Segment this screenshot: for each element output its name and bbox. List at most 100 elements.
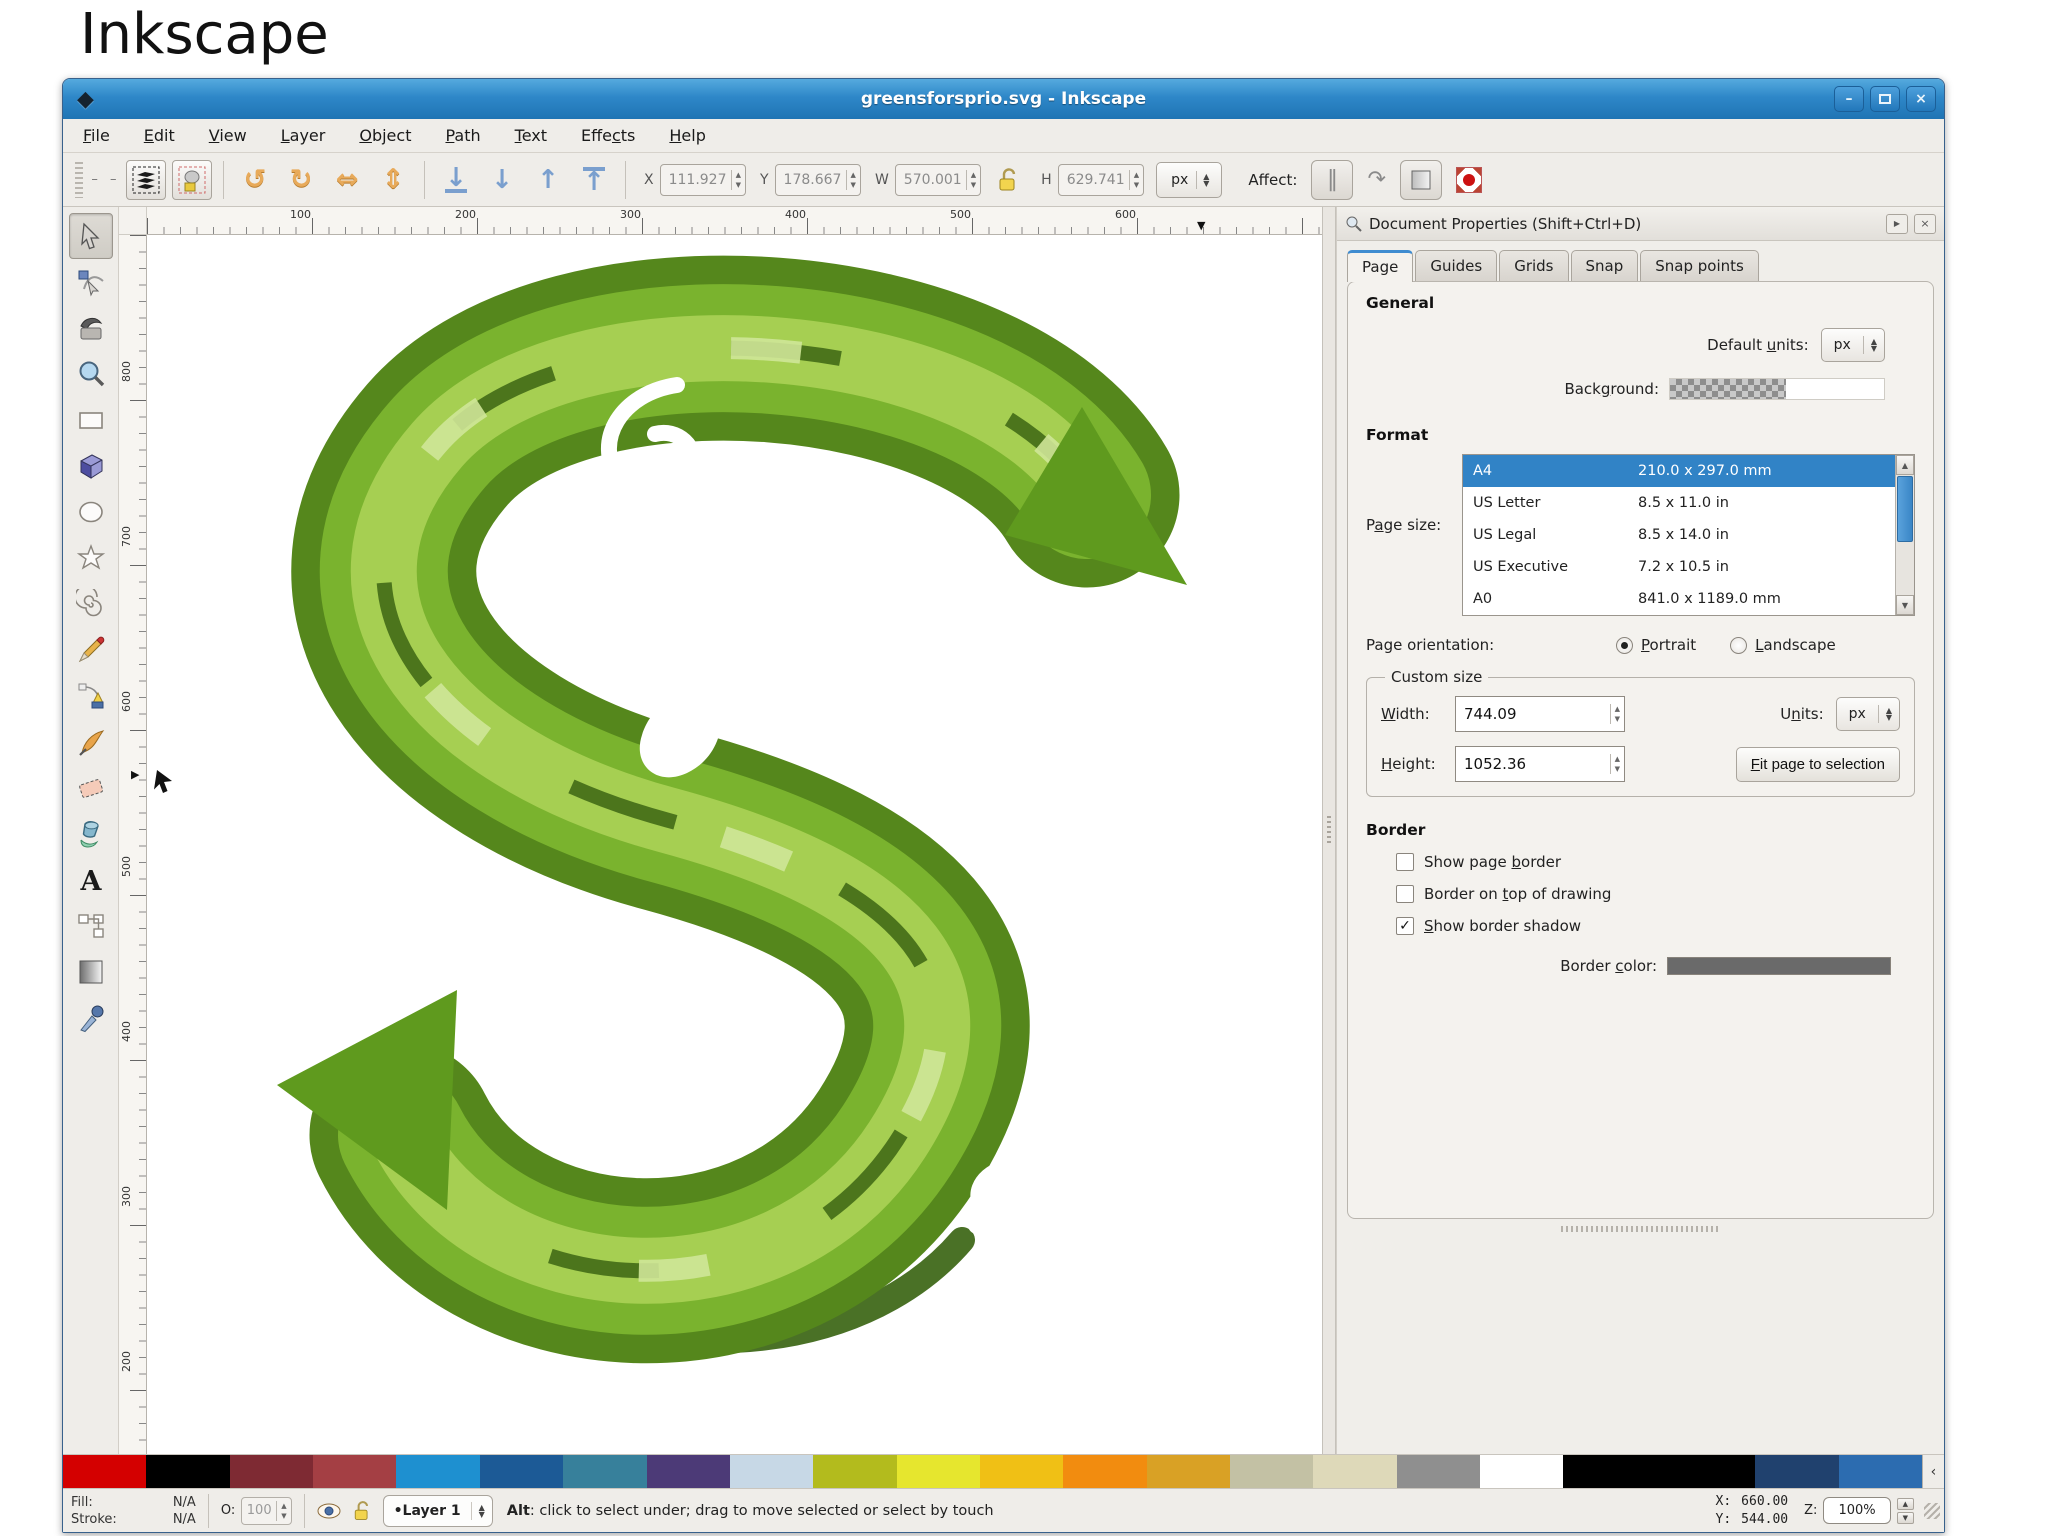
flip-vertical-button[interactable]: ⇕ [373,160,413,200]
palette-swatch[interactable] [479,1455,564,1488]
palette-swatch[interactable] [1563,1455,1756,1488]
spin-down-icon[interactable]: ▼ [967,180,980,190]
menu-effects[interactable]: Effects [581,126,635,145]
x-field-spinner[interactable]: ▲ ▼ [730,169,745,190]
w-field-spinner[interactable]: ▲ ▼ [965,169,980,190]
lower-to-bottom-button[interactable]: ↓ [436,160,476,200]
palette-swatch[interactable] [396,1455,480,1488]
text-tool[interactable]: A [69,857,113,903]
rotate-handle-icon[interactable]: ↷ [1367,167,1385,192]
panel-close-button[interactable]: × [1914,213,1936,234]
toolbar-grip[interactable] [75,161,83,198]
opacity-value[interactable]: 100 [242,1503,276,1518]
tab-guides[interactable]: Guides [1415,250,1498,281]
y-field-value[interactable]: 178.667 [776,172,846,188]
y-field-spinner[interactable]: ▲ ▼ [845,169,860,190]
x-field-value[interactable]: 111.927 [661,172,731,188]
palette-swatch[interactable] [813,1455,897,1488]
calligraphy-tool[interactable] [69,719,113,765]
page-size-list[interactable]: A4 210.0 x 297.0 mm US Letter 8.5 x 11.0… [1462,454,1915,616]
menu-object[interactable]: Object [359,126,411,145]
horizontal-ruler[interactable]: 100 200 300 400 500 600 ▼ [147,207,1322,235]
spin-down-icon[interactable]: ▼ [1896,1511,1914,1524]
zoom-value[interactable]: 100% [1823,1497,1891,1524]
tab-page[interactable]: Page [1347,250,1414,282]
spiral-tool[interactable] [69,581,113,627]
affect-move-toggle[interactable]: ‖ [1311,159,1354,200]
fit-page-to-selection-button[interactable]: Fit page to selection [1735,746,1900,782]
raise-to-top-button[interactable]: ↑ [574,160,614,200]
h-field-spinner[interactable]: ▲ ▼ [1128,169,1143,190]
height-input[interactable]: 1052.36 ▲ ▼ [1455,746,1625,782]
tab-grids[interactable]: Grids [1499,250,1569,281]
rotate-ccw-button[interactable]: ↺ [235,160,275,200]
width-value[interactable]: 744.09 [1456,705,1610,723]
node-tool[interactable] [69,259,113,305]
page-size-row-us-letter[interactable]: US Letter 8.5 x 11.0 in [1463,487,1895,519]
page-size-row-us-executive[interactable]: US Executive 7.2 x 10.5 in [1463,551,1895,583]
spin-down-icon[interactable]: ▼ [732,180,745,190]
palette-swatch[interactable] [1480,1455,1564,1488]
palette-swatch[interactable] [146,1455,230,1488]
spin-down-icon[interactable]: ▼ [847,180,860,190]
width-input[interactable]: 744.09 ▲ ▼ [1455,696,1625,732]
spin-up-icon[interactable]: ▲ [847,170,860,180]
gradient-tool[interactable] [69,949,113,995]
border-color-swatch[interactable] [1667,957,1891,975]
panel-splitter[interactable] [1347,1219,1934,1239]
rotate-cw-button[interactable]: ↻ [281,160,321,200]
spin-up-icon[interactable]: ▲ [277,1501,290,1511]
fill-stroke-indicator[interactable]: Fill: Stroke: N/A N/A [71,1494,196,1528]
layer-lock-icon[interactable] [351,1500,373,1522]
selector-tool[interactable] [68,213,113,259]
layer-selector[interactable]: •Layer 1 ▲ ▼ [382,1494,493,1527]
tab-snap[interactable]: Snap [1570,250,1639,281]
minimize-button[interactable]: – [1834,86,1864,112]
palette-swatch[interactable] [563,1455,647,1488]
tab-snap-points[interactable]: Snap points [1640,250,1759,281]
raise-one-step-button[interactable]: ↑ [528,160,568,200]
palette-swatch[interactable] [1313,1455,1397,1488]
height-value[interactable]: 1052.36 [1456,755,1610,773]
w-field-value[interactable]: 570.001 [896,172,966,188]
spin-up-icon[interactable]: ▲ [1896,1497,1914,1510]
combo-arrows-icon[interactable]: ▲ ▼ [1862,336,1884,354]
maximize-button[interactable] [1870,86,1900,112]
palette-swatch[interactable] [646,1455,730,1488]
spin-down-icon[interactable]: ▼ [1130,180,1143,190]
palette-swatch[interactable] [229,1455,314,1488]
zoom-spinner[interactable]: ▲ ▼ [1896,1497,1914,1524]
palette-swatch[interactable] [896,1455,980,1488]
menu-help[interactable]: Help [669,126,705,145]
spin-down-icon[interactable]: ▼ [1611,714,1624,724]
default-units-combo[interactable]: px ▲ ▼ [1820,328,1885,362]
canvas[interactable] [147,235,1322,1454]
show-page-border-checkbox[interactable]: Show page border [1396,853,1915,871]
pencil-tool[interactable] [69,627,113,673]
menu-view[interactable]: View [209,126,247,145]
palette-swatch[interactable] [979,1455,1064,1488]
spin-down-icon[interactable]: ▼ [1611,764,1624,774]
combo-arrows-icon[interactable]: ▲ ▼ [470,1501,492,1520]
palette-swatch[interactable] [313,1455,397,1488]
star-tool[interactable] [69,535,113,581]
spin-up-icon[interactable]: ▲ [1130,170,1143,180]
select-all-layers-button[interactable] [126,159,166,200]
palette-swatch[interactable] [1063,1455,1147,1488]
h-field[interactable]: 629.741 ▲ ▼ [1057,163,1145,196]
pen-tool[interactable] [69,673,113,719]
portrait-radio[interactable]: Portrait [1616,636,1696,654]
palette-swatch[interactable] [1230,1455,1314,1488]
layer-visibility-eye-icon[interactable] [317,1503,341,1519]
rectangle-tool[interactable] [69,397,113,443]
show-border-shadow-checkbox[interactable]: ✓ Show border shadow [1396,917,1915,935]
palette-scroll-left-button[interactable]: ‹ [1921,1455,1944,1488]
h-field-value[interactable]: 629.741 [1059,172,1129,188]
menu-text[interactable]: Text [515,126,547,145]
y-field[interactable]: 178.667 ▲ ▼ [774,163,861,196]
lock-ratio-button[interactable] [988,160,1028,200]
scrollbar-thumb[interactable] [1897,476,1913,542]
combo-arrows-icon[interactable]: ▲ ▼ [1877,705,1899,723]
palette-swatch[interactable] [63,1455,147,1488]
border-on-top-checkbox[interactable]: Border on top of drawing [1396,885,1915,903]
